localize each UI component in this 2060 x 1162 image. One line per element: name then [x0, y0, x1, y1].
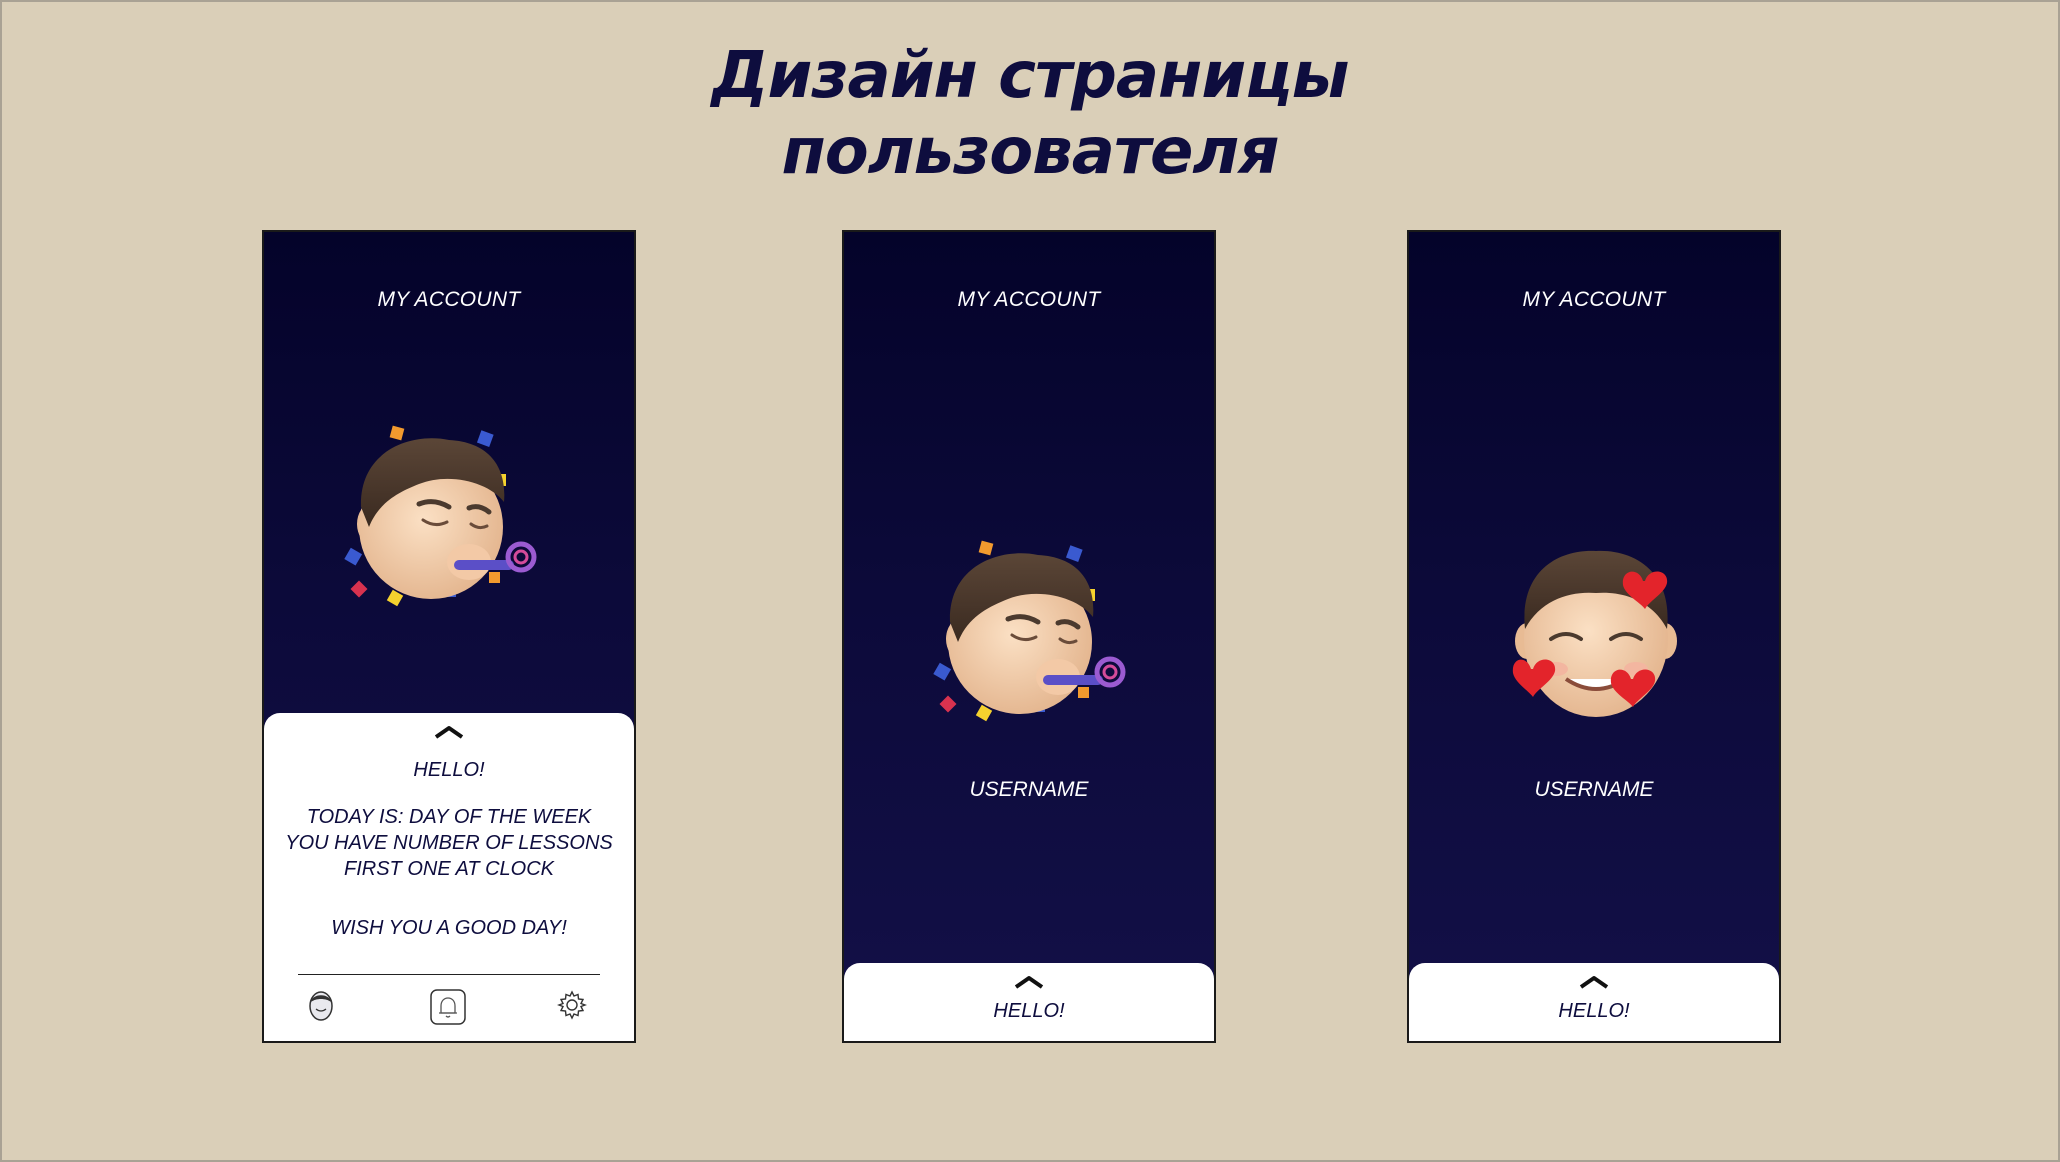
username-label: USERNAME [969, 778, 1089, 801]
account-header: MY ACCOUNT [957, 288, 1101, 311]
account-header: MY ACCOUNT [1522, 288, 1666, 311]
page-title: Дизайн страницы пользователя [0, 38, 2060, 190]
screen-account-collapsed: MY ACCOUNT USERNAME HELLO! [842, 230, 1216, 1043]
chevron-up-icon[interactable] [434, 725, 464, 739]
gear-icon[interactable] [556, 989, 588, 1021]
hearts-memoji-avatar [1512, 550, 1677, 717]
party-memoji-avatar [933, 540, 1126, 722]
screen-account-expanded: MY ACCOUNT HELLO! TODAY IS: DAY OF THE W… [262, 230, 636, 1043]
greeting-panel[interactable]: HELLO! [844, 963, 1214, 1041]
account-header: MY ACCOUNT [377, 288, 521, 311]
info-line: TODAY IS: DAY OF THE WEEK [306, 806, 592, 828]
party-memoji-avatar [344, 425, 537, 607]
username-label: USERNAME [1534, 778, 1654, 801]
bell-icon[interactable] [430, 989, 466, 1025]
chevron-up-icon[interactable] [1579, 975, 1609, 989]
chevron-up-icon[interactable] [1014, 975, 1044, 989]
greeting-text: HELLO! [413, 759, 485, 781]
profile-icon[interactable] [306, 989, 336, 1023]
greeting-panel[interactable]: HELLO! TODAY IS: DAY OF THE WEEK YOU HAV… [264, 713, 634, 1041]
page-title-line-1: Дизайн страницы [711, 39, 1350, 113]
greeting-panel[interactable]: HELLO! [1409, 963, 1779, 1041]
nav-divider [298, 974, 600, 975]
greeting-text: HELLO! [993, 1000, 1065, 1022]
info-line: FIRST ONE AT CLOCK [343, 858, 555, 880]
page-title-line-2: пользователя [781, 115, 1280, 189]
info-line: YOU HAVE NUMBER OF LESSONS [285, 832, 613, 854]
greeting-text: HELLO! [1558, 1000, 1630, 1022]
screen-account-hearts: MY ACCOUNT USERNAME HELLO! [1407, 230, 1781, 1043]
wish-text: WISH YOU A GOOD DAY! [331, 917, 567, 939]
day-info: TODAY IS: DAY OF THE WEEK YOU HAVE NUMBE… [264, 804, 634, 882]
